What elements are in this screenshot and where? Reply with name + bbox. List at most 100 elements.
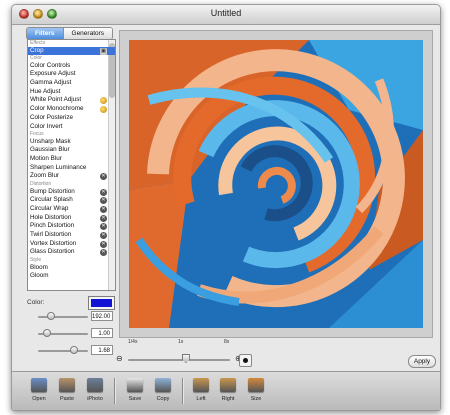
image-canvas[interactable] (119, 30, 433, 338)
apply-button[interactable]: Apply (408, 355, 436, 368)
toolbar-separator (182, 378, 184, 404)
filter-list[interactable]: Effects Crop ▣ Color Color Controls Exposure … (27, 39, 116, 291)
slider-value-field[interactable]: 1.00 (91, 328, 113, 338)
copy-button[interactable]: Copy (150, 378, 176, 402)
list-item-label: Hole Distortion (30, 213, 72, 221)
list-item[interactable]: Circular Splash ✕ (28, 196, 115, 205)
list-item[interactable]: Motion Blur (28, 155, 115, 164)
list-item[interactable]: White Point Adjust (28, 96, 115, 105)
list-item-label: Color Controls (30, 61, 71, 69)
crosshair-icon[interactable]: ✕ (100, 206, 107, 213)
zoom-out-icon[interactable]: ⊖ (116, 354, 123, 363)
crosshair-icon[interactable]: ✕ (100, 188, 107, 196)
list-item[interactable]: Unsharp Mask (28, 138, 115, 147)
bottom-toolbar: Open Paste iPhoto Save Copy Left Right S… (12, 371, 440, 410)
list-item[interactable]: Pinch Distortion ✕ (28, 222, 115, 231)
paste-button[interactable]: Paste (54, 378, 80, 402)
list-item-label: Hue Adjust (30, 87, 61, 95)
crosshair-icon[interactable]: ✕ (100, 232, 107, 240)
tab-filters[interactable]: Filters (27, 28, 63, 39)
list-item-label: Color Posterize (30, 113, 74, 121)
zoom-mid-label: 1x (178, 339, 184, 345)
actual-size-button[interactable] (239, 354, 252, 367)
list-item-label: Motion Blur (30, 155, 62, 163)
iphoto-button[interactable]: iPhoto (82, 378, 108, 402)
slider-value-field[interactable]: 192.00 (91, 311, 113, 321)
list-item-label: Exposure Adjust (30, 70, 76, 78)
list-item[interactable]: Twirl Distortion ✕ (28, 231, 115, 240)
list-item[interactable]: Color Controls (28, 62, 115, 71)
list-item-label: Color Invert (30, 122, 63, 130)
crop-icon[interactable]: ▣ (100, 47, 107, 55)
size-button[interactable]: Size (243, 378, 269, 402)
tab-generators[interactable]: Generators (62, 28, 113, 39)
slider-knob[interactable] (47, 312, 56, 320)
app-window: Untitled Filters Generators Effects Crop ▣… (11, 4, 441, 411)
list-item[interactable]: Gloom (28, 272, 115, 281)
crosshair-icon[interactable]: ✕ (100, 223, 107, 231)
list-item[interactable]: Bump Distortion ✕ (28, 188, 115, 197)
list-item-label: Gamma Adjust (30, 79, 72, 87)
param-slider-1[interactable]: 192.00 (28, 311, 118, 323)
title-bar[interactable]: Untitled (12, 5, 440, 25)
record-dot-icon (243, 358, 248, 363)
list-item[interactable]: Hue Adjust (28, 88, 115, 97)
open-button[interactable]: Open (26, 378, 52, 402)
slider-track (38, 316, 88, 318)
param-slider-3[interactable]: 1.68 (28, 345, 118, 357)
list-item-label: Vortex Distortion (30, 239, 77, 247)
list-item[interactable]: Color Monochrome (28, 105, 115, 114)
slider-value-field[interactable]: 1.68 (91, 345, 113, 355)
list-item[interactable]: Crop ▣ (28, 46, 115, 56)
toolbar-separator (114, 378, 116, 404)
list-item[interactable]: Bloom (28, 264, 115, 273)
list-item[interactable]: Exposure Adjust (28, 70, 115, 79)
list-item[interactable]: Vortex Distortion ✕ (28, 240, 115, 249)
resize-icon (248, 378, 264, 392)
zoom-min-label: 1/4x (128, 339, 138, 345)
list-item-label: Focus (30, 131, 44, 138)
list-item-label: Color (30, 55, 42, 62)
list-item[interactable]: Gamma Adjust (28, 79, 115, 88)
color-label: Color: (27, 299, 45, 306)
list-item[interactable]: Gaussian Blur (28, 146, 115, 155)
save-button[interactable]: Save (122, 378, 148, 402)
slider-knob[interactable] (42, 329, 51, 337)
color-well[interactable] (88, 296, 115, 310)
list-item[interactable]: Zoom Blur ✕ (28, 172, 115, 181)
color-swatch (91, 299, 112, 307)
rotate-right-icon (220, 378, 236, 392)
crosshair-icon[interactable]: ✕ (100, 249, 107, 257)
zoom-slider-knob[interactable] (181, 354, 190, 363)
list-item-label: Twirl Distortion (30, 231, 72, 239)
window-title: Untitled (210, 8, 242, 18)
crosshair-icon[interactable]: ✕ (100, 214, 107, 222)
zoom-slider-track[interactable] (128, 359, 230, 361)
list-item-label: Effects (30, 40, 46, 46)
list-item[interactable]: Color Posterize (28, 114, 115, 123)
crosshair-icon[interactable]: ✕ (100, 197, 107, 205)
slider-knob[interactable] (70, 346, 79, 354)
list-item[interactable]: Hole Distortion ✕ (28, 214, 115, 223)
rotate-right-button[interactable]: Right (215, 378, 241, 402)
paste-icon (59, 378, 75, 392)
list-item-label: Gloom (30, 272, 49, 280)
save-icon (127, 378, 143, 392)
open-icon (31, 378, 47, 392)
crosshair-icon[interactable]: ✕ (100, 173, 107, 181)
list-item-label: Sharpen Luminance (30, 163, 87, 171)
list-item-label: Gaussian Blur (30, 146, 70, 154)
param-slider-2[interactable]: 1.00 (28, 328, 118, 340)
rotate-left-button[interactable]: Left (188, 378, 214, 402)
list-item[interactable]: Sharpen Luminance (28, 164, 115, 173)
left-label: Left (196, 396, 206, 402)
list-item[interactable]: Circular Wrap ✕ (28, 205, 115, 214)
list-item[interactable]: Color Invert (28, 123, 115, 132)
lightbulb-icon[interactable] (100, 106, 107, 114)
list-item[interactable]: Glass Distortion ✕ (28, 248, 115, 257)
list-item-label: Bloom (30, 263, 48, 271)
list-item-label: Zoom Blur (30, 172, 60, 180)
rotate-left-icon (193, 378, 209, 392)
crosshair-icon[interactable]: ✕ (100, 240, 107, 248)
lightbulb-icon[interactable] (100, 97, 107, 105)
